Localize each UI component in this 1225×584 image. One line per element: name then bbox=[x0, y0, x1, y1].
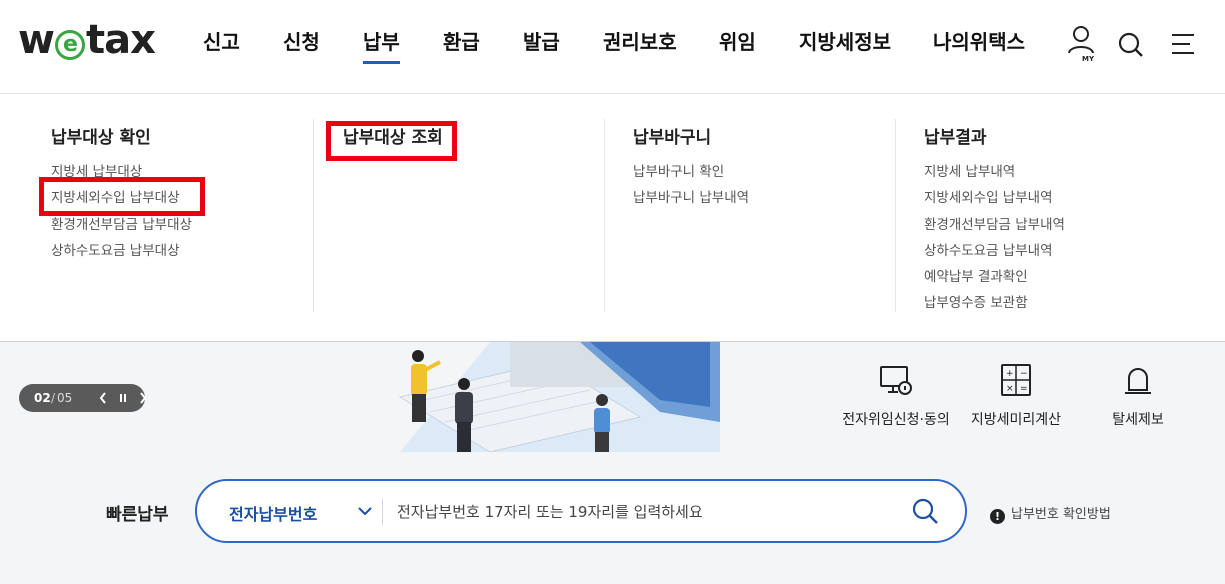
logo-letters-tax: tax bbox=[85, 17, 156, 63]
submenu-column-payment-basket: 납부바구니 납부바구니 확인 납부바구니 납부내역 bbox=[604, 119, 895, 312]
quick-link-label: 지방세미리계산 bbox=[970, 412, 1062, 428]
quick-link-tax-evasion-report[interactable]: 탈세제보 bbox=[1073, 362, 1203, 429]
pager-current: 02 bbox=[34, 391, 51, 405]
submenu-column-payment-result: 납부결과 지방세 납부내역 지방세외수입 납부내역 환경개선부담금 납부내역 상… bbox=[895, 119, 1195, 312]
pager-prev-button[interactable] bbox=[95, 384, 111, 412]
submenu-link[interactable]: 예약납부 결과확인 bbox=[924, 264, 1195, 290]
pager-total: 05 bbox=[57, 391, 73, 405]
quick-pay-searchbox: 전자납부번호 bbox=[195, 479, 967, 543]
pause-icon bbox=[120, 394, 126, 402]
submenu-heading[interactable]: 납부대상 확인 bbox=[51, 119, 313, 157]
calculator-icon: + − × = bbox=[1001, 364, 1031, 396]
menu-button[interactable] bbox=[1168, 24, 1202, 64]
quick-link-e-delegation[interactable]: 전자위임신청·동의 bbox=[831, 362, 961, 429]
wetax-logo[interactable]: w e tax bbox=[18, 17, 156, 63]
nav-item-delegation[interactable]: 위임 bbox=[719, 28, 756, 56]
quick-link-label: 탈세제보 bbox=[1112, 412, 1164, 428]
main-banner: 02 / 05 전자위임신청·동의 + − × = 지방세미리계산 탈세제보 bbox=[0, 342, 1225, 452]
submenu-link[interactable]: 상하수도요금 납부내역 bbox=[924, 238, 1195, 264]
submenu-link[interactable]: 지방세 납부내역 bbox=[924, 159, 1195, 185]
pager-separator: / bbox=[51, 391, 56, 405]
select-divider bbox=[382, 499, 383, 525]
submenu-link[interactable]: 지방세외수입 납부내역 bbox=[924, 185, 1195, 211]
quick-link-tax-calculator[interactable]: + − × = 지방세미리계산 bbox=[951, 362, 1081, 429]
info-icon: ! bbox=[990, 509, 1005, 524]
help-label: 납부번호 확인방법 bbox=[1011, 507, 1111, 522]
logo-letter-e: e bbox=[54, 30, 85, 60]
highlight-box-non-tax-revenue bbox=[39, 177, 205, 216]
quick-pay-title: 빠른납부 bbox=[106, 505, 169, 525]
chevron-down-icon[interactable] bbox=[357, 503, 373, 519]
nav-item-apply[interactable]: 신청 bbox=[283, 28, 320, 56]
search-icon[interactable] bbox=[911, 497, 941, 527]
svg-text:−: − bbox=[1020, 369, 1028, 379]
payment-type-select[interactable]: 전자납부번호 bbox=[229, 501, 317, 525]
svg-text:×: × bbox=[1006, 384, 1014, 394]
monitor-lock-icon bbox=[880, 366, 912, 395]
submenu-link[interactable]: 상하수도요금 납부대상 bbox=[51, 238, 313, 264]
pager-next-button[interactable] bbox=[135, 384, 151, 412]
logo-letter-w: w bbox=[18, 17, 55, 63]
submenu-link[interactable]: 납부영수증 보관함 bbox=[924, 290, 1195, 316]
banner-pager: 02 / 05 bbox=[19, 384, 147, 412]
submenu-link[interactable]: 환경개선부담금 납부내역 bbox=[924, 212, 1195, 238]
nav-item-report[interactable]: 신고 bbox=[203, 28, 240, 56]
highlight-box-payment-inquiry bbox=[326, 121, 457, 161]
svg-text:+: + bbox=[1006, 369, 1014, 379]
svg-text:=: = bbox=[1020, 384, 1028, 394]
nav-item-rights[interactable]: 권리보호 bbox=[603, 28, 677, 56]
pager-pause-button[interactable] bbox=[115, 384, 131, 412]
payment-submenu-panel: 납부대상 확인 지방세 납부대상 지방세외수입 납부대상 환경개선부담금 납부대… bbox=[0, 94, 1225, 342]
my-page-icon[interactable]: MY bbox=[1065, 24, 1099, 64]
banner-illustration bbox=[398, 342, 720, 452]
search-button[interactable] bbox=[1116, 24, 1150, 64]
quick-pay-section: 빠른납부 전자납부번호 ! 납부번호 확인방법 bbox=[0, 452, 1225, 584]
quick-link-label: 전자위임신청·동의 bbox=[842, 412, 950, 428]
submenu-link[interactable]: 납부바구니 납부내역 bbox=[633, 185, 895, 211]
submenu-heading[interactable]: 납부바구니 bbox=[633, 119, 895, 157]
chevron-right-icon bbox=[140, 392, 147, 404]
user-icon: MY bbox=[1068, 26, 1095, 63]
search-icon bbox=[1118, 32, 1143, 57]
nav-item-refund[interactable]: 환급 bbox=[443, 28, 480, 56]
my-label: MY bbox=[1082, 55, 1095, 63]
nav-item-tax-info[interactable]: 지방세정보 bbox=[799, 28, 891, 56]
siren-icon bbox=[1125, 368, 1151, 394]
nav-item-my-wetax[interactable]: 나의위택스 bbox=[933, 28, 1025, 56]
submenu-link[interactable]: 납부바구니 확인 bbox=[633, 159, 895, 185]
header: w e tax 신고 신청 납부 환급 발급 권리보호 위임 지방세정보 나의위택스… bbox=[0, 0, 1225, 94]
nav-item-issue[interactable]: 발급 bbox=[523, 28, 560, 56]
payment-number-help-link[interactable]: ! 납부번호 확인방법 bbox=[990, 503, 1111, 524]
payment-number-input[interactable] bbox=[397, 494, 877, 530]
chevron-left-icon bbox=[99, 392, 106, 404]
hamburger-menu-icon bbox=[1172, 34, 1194, 54]
submenu-heading[interactable]: 납부결과 bbox=[924, 119, 1195, 157]
nav-item-payment[interactable]: 납부 bbox=[363, 28, 400, 64]
